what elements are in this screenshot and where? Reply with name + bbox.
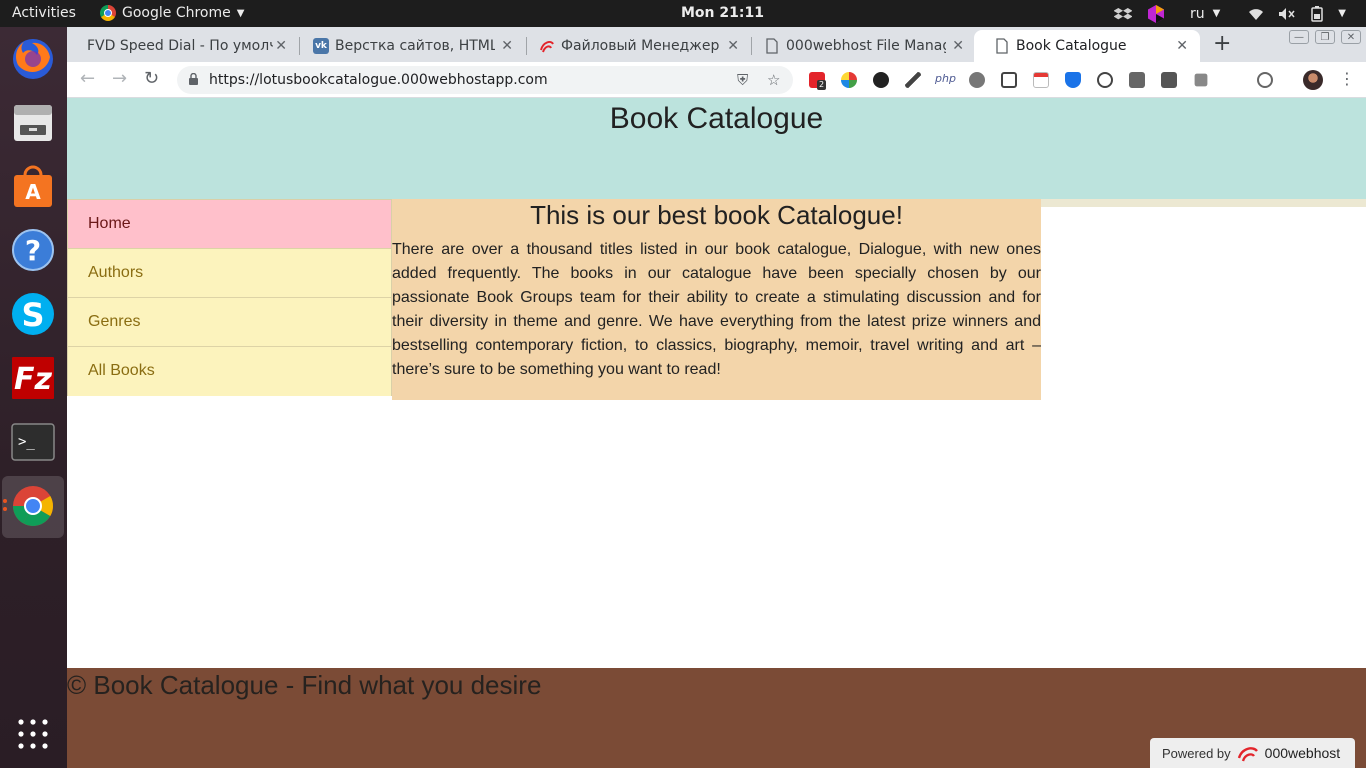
forward-button[interactable]: → xyxy=(112,68,127,89)
settings-gear-icon[interactable] xyxy=(969,72,985,88)
tab-title: Файловый Менеджер xyxy=(561,38,720,54)
calendar-icon[interactable] xyxy=(1033,72,1049,88)
battery-icon[interactable] xyxy=(1310,5,1324,22)
running-indicator xyxy=(3,507,7,511)
extension-pin-icon[interactable] xyxy=(873,72,889,88)
powered-by-label: Powered by xyxy=(1162,745,1231,761)
site-footer: © Book Catalogue - Find what you desire … xyxy=(67,668,1366,768)
chrome-icon xyxy=(100,5,116,21)
tab-fvd-speed-dial[interactable]: FVD Speed Dial - По умолчан ✕ xyxy=(67,30,299,62)
lock-icon[interactable] xyxy=(189,73,198,85)
site-title: Book Catalogue xyxy=(609,102,824,135)
tab-title: Верстка сайтов, HTML/ xyxy=(335,38,495,54)
svg-text:S: S xyxy=(21,296,44,334)
app-menu[interactable]: Google Chrome ▼ xyxy=(100,5,244,21)
tab-title: 000webhost File Manag xyxy=(786,38,946,54)
chevron-down-icon: ▼ xyxy=(1212,8,1221,19)
minimize-button[interactable]: — xyxy=(1289,30,1309,44)
sync-icon[interactable] xyxy=(1257,72,1273,88)
language-indicator[interactable]: ru ▼ xyxy=(1190,6,1220,22)
svg-text:A: A xyxy=(25,180,41,204)
browser-toolbar: ← → ↻ https://lotusbookcatalogue.000webh… xyxy=(67,62,1366,98)
tab-book-catalogue[interactable]: Book Catalogue ✕ xyxy=(974,30,1200,62)
web-page: Book Catalogue Home Authors Genres All B… xyxy=(67,98,1366,768)
volume-muted-icon[interactable] xyxy=(1278,7,1296,21)
wifi-icon[interactable] xyxy=(1248,7,1264,21)
new-tab-button[interactable]: + xyxy=(1213,31,1231,56)
page-icon xyxy=(764,38,780,54)
terminal-icon[interactable]: >_ xyxy=(10,419,56,465)
system-tray: ru ▼ ▼ xyxy=(1113,3,1346,24)
footer-text: © Book Catalogue - Find what you desire xyxy=(67,670,542,700)
extension-t-icon[interactable] xyxy=(1161,72,1177,88)
powered-by-badge[interactable]: Powered by 000webhost xyxy=(1150,738,1355,768)
extension-badge-icon[interactable]: 2 xyxy=(809,72,827,90)
tab-strip: FVD Speed Dial - По умолчан ✕ vk Верстка… xyxy=(67,27,1366,62)
address-bar[interactable]: https://lotusbookcatalogue.000webhostapp… xyxy=(177,66,793,94)
clock[interactable]: Mon 21:11 xyxy=(681,5,764,21)
content-heading: This is our best book Catalogue! xyxy=(530,200,903,230)
bookmark-star-icon[interactable]: ☆ xyxy=(767,71,780,89)
avatar[interactable] xyxy=(1303,70,1323,90)
side-navigation: Home Authors Genres All Books xyxy=(67,199,392,396)
extension-power-icon[interactable] xyxy=(1194,73,1208,87)
nav-authors[interactable]: Authors xyxy=(68,249,391,298)
svg-text:?: ? xyxy=(25,234,41,267)
running-indicator xyxy=(3,499,7,503)
svg-text:>_: >_ xyxy=(18,434,35,450)
php-icon[interactable]: php xyxy=(935,72,956,85)
close-icon[interactable]: ✕ xyxy=(1176,38,1188,54)
dock: A ? S Fz >_ xyxy=(0,27,67,768)
eyedropper-icon[interactable] xyxy=(905,72,921,88)
maximize-button[interactable]: ❐ xyxy=(1315,30,1335,44)
app-menu-label: Google Chrome xyxy=(122,5,231,21)
chrome-menu-icon[interactable]: ⋮ xyxy=(1339,69,1355,88)
extension-cb-icon[interactable] xyxy=(1129,72,1145,88)
vk-icon: vk xyxy=(313,38,329,54)
reload-button[interactable]: ↻ xyxy=(144,68,159,89)
url-text: https://lotusbookcatalogue.000webhostapp… xyxy=(209,72,548,88)
files-icon[interactable] xyxy=(10,99,56,145)
back-button[interactable]: ← xyxy=(80,68,95,89)
close-icon[interactable]: ✕ xyxy=(275,38,287,54)
app-indicator-icon[interactable] xyxy=(1146,4,1166,24)
close-icon[interactable]: ✕ xyxy=(727,38,739,54)
extension-colors-icon[interactable] xyxy=(841,72,857,88)
tab-vk-verstka[interactable]: vk Верстка сайтов, HTML/ ✕ xyxy=(293,30,525,62)
svg-text:Fz: Fz xyxy=(14,362,52,397)
site-header: Book Catalogue xyxy=(67,98,1366,199)
show-applications-icon[interactable] xyxy=(17,718,49,750)
powered-by-brand: 000webhost xyxy=(1264,745,1341,761)
firefox-icon[interactable] xyxy=(10,35,56,81)
system-top-bar: Activities Google Chrome ▼ Mon 21:11 ru ▼… xyxy=(0,0,1366,27)
nav-all-books[interactable]: All Books xyxy=(68,347,391,396)
000webhost-icon xyxy=(539,38,555,54)
tab-title: Book Catalogue xyxy=(1016,38,1127,54)
nav-home[interactable]: Home xyxy=(68,200,391,249)
filezilla-icon[interactable]: Fz xyxy=(10,355,56,401)
tab-file-manager[interactable]: Файловый Менеджер ✕ xyxy=(519,30,751,62)
software-center-icon[interactable]: A xyxy=(10,163,56,209)
dropbox-icon[interactable] xyxy=(1113,6,1132,22)
content-paragraph: There are over a thousand titles listed … xyxy=(392,241,1041,378)
help-icon[interactable]: ? xyxy=(10,227,56,273)
chrome-dock-icon[interactable] xyxy=(10,483,56,529)
nav-genres[interactable]: Genres xyxy=(68,298,391,347)
tab-000webhost-file-manager[interactable]: 000webhost File Manag ✕ xyxy=(744,30,976,62)
skype-icon[interactable]: S xyxy=(10,291,56,337)
screenshot-icon[interactable] xyxy=(1001,72,1017,88)
chevron-down-icon[interactable]: ▼ xyxy=(1338,8,1346,19)
camera-blocked-icon[interactable]: ⛨ xyxy=(737,71,748,89)
000webhost-logo-icon xyxy=(1237,747,1258,762)
close-icon[interactable]: ✕ xyxy=(501,38,513,54)
close-window-button[interactable]: ✕ xyxy=(1341,30,1361,44)
main-content: This is our best book Catalogue! There a… xyxy=(392,199,1041,400)
page-icon xyxy=(994,38,1010,54)
shield-extension-icon[interactable] xyxy=(1065,72,1081,88)
speedometer-icon[interactable] xyxy=(1097,72,1113,88)
activities-button[interactable]: Activities xyxy=(12,5,76,21)
tab-title: FVD Speed Dial - По умолчан xyxy=(87,38,273,54)
chevron-down-icon: ▼ xyxy=(236,7,245,19)
close-icon[interactable]: ✕ xyxy=(952,38,964,54)
